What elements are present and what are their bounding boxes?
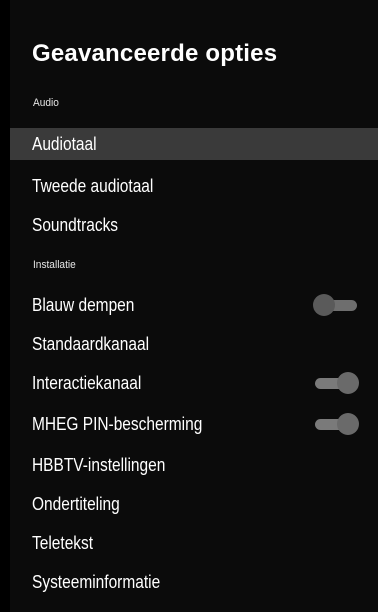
menu-item-ondertiteling[interactable]: Ondertiteling (10, 488, 378, 520)
advanced-options-panel: Geavanceerde opties Audio Audiotaal Twee… (10, 0, 378, 612)
blauw-dempen-toggle[interactable] (313, 294, 359, 316)
menu-item-label: Soundtracks (32, 214, 119, 235)
menu-item-soundtracks[interactable]: Soundtracks (10, 209, 378, 241)
section-header-audio: Audio (33, 97, 59, 109)
menu-item-label: Systeeminformatie (32, 571, 161, 592)
interactiekanaal-toggle[interactable] (313, 372, 359, 394)
menu-item-teletekst[interactable]: Teletekst (10, 527, 378, 559)
menu-item-interactiekanaal[interactable]: Interactiekanaal (10, 367, 378, 399)
menu-item-blauw-dempen[interactable]: Blauw dempen (10, 289, 378, 321)
page-title: Geavanceerde opties (32, 40, 278, 67)
menu-item-label: Audiotaal (32, 133, 97, 154)
menu-item-label: Interactiekanaal (32, 372, 142, 393)
menu-item-audiotaal[interactable]: Audiotaal (10, 128, 378, 160)
toggle-knob (313, 294, 335, 316)
menu-item-label: HBBTV-instellingen (32, 454, 166, 475)
mheg-pin-toggle[interactable] (313, 413, 359, 435)
menu-item-systeeminformatie[interactable]: Systeeminformatie (10, 566, 378, 598)
toggle-knob (337, 413, 359, 435)
menu-item-mheg-pin-bescherming[interactable]: MHEG PIN-bescherming (10, 408, 378, 440)
menu-item-label: Teletekst (32, 532, 94, 553)
menu-item-label: Tweede audiotaal (32, 175, 154, 196)
menu-item-hbbtv-instellingen[interactable]: HBBTV-instellingen (10, 449, 378, 481)
menu-item-label: Blauw dempen (32, 294, 135, 315)
menu-item-label: Standaardkanaal (32, 333, 150, 354)
menu-item-tweede-audiotaal[interactable]: Tweede audiotaal (10, 170, 378, 202)
menu-item-label: Ondertiteling (32, 493, 120, 514)
menu-item-standaardkanaal[interactable]: Standaardkanaal (10, 328, 378, 360)
toggle-knob (337, 372, 359, 394)
section-header-installatie: Installatie (33, 259, 76, 271)
menu-item-label: MHEG PIN-bescherming (32, 413, 203, 434)
